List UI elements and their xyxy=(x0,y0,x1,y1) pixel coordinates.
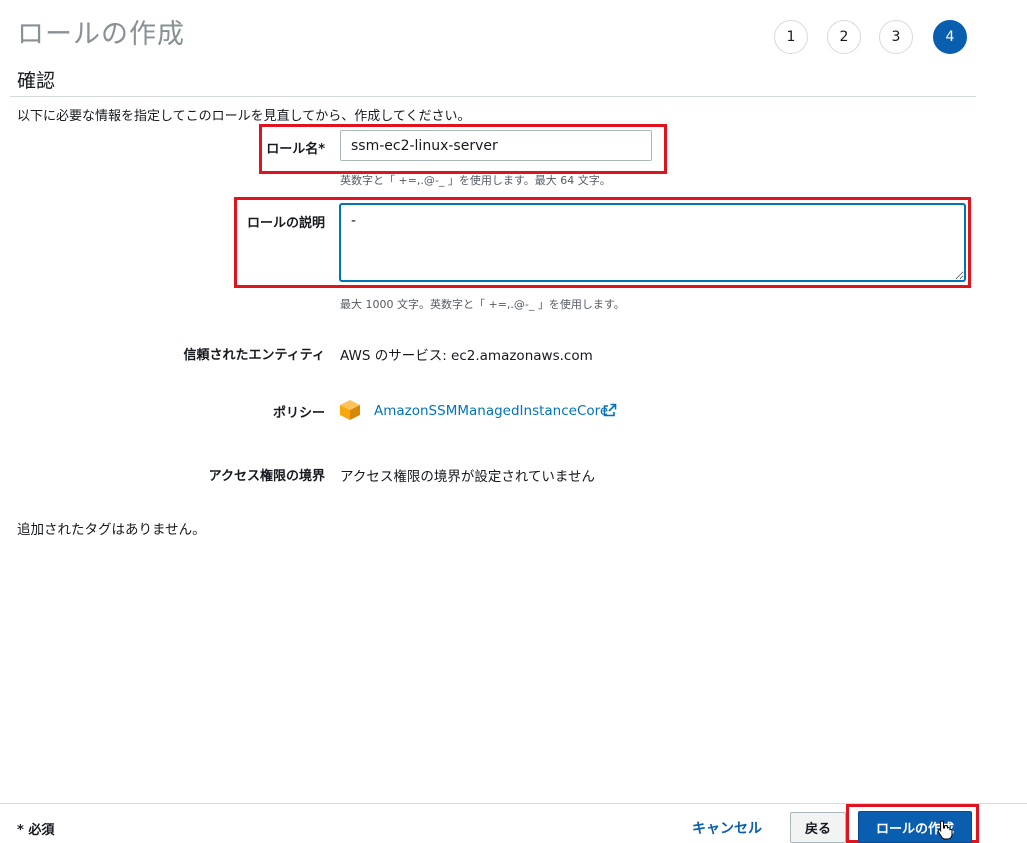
permissions-boundary-value: アクセス権限の境界が設定されていません xyxy=(340,469,596,485)
permissions-boundary-label: アクセス権限の境界 xyxy=(208,469,325,484)
step-3[interactable]: 3 xyxy=(879,20,913,54)
role-description-hint: 最大 1000 文字。英数字と「 +=,.@-_ 」を使用します。 xyxy=(340,298,625,311)
role-name-label: ロール名* xyxy=(266,142,325,157)
role-name-input[interactable] xyxy=(340,130,652,161)
step-4-active: 4 xyxy=(933,20,967,54)
external-link-icon[interactable] xyxy=(602,403,617,418)
back-button[interactable]: 戻る xyxy=(790,812,846,843)
trusted-entity-value: AWS のサービス: ec2.amazonaws.com xyxy=(340,348,593,364)
role-description-label: ロールの説明 xyxy=(246,216,325,231)
footer-divider xyxy=(0,803,1027,804)
review-intro-text: 以下に必要な情報を指定してこのロールを見直してから、作成してください。 xyxy=(17,109,471,124)
aws-managed-policy-cube-icon xyxy=(340,400,360,420)
policy-label: ポリシー xyxy=(272,406,325,421)
wizard-steps: 1 2 3 4 xyxy=(774,20,974,56)
role-name-hint: 英数字と「 +=,.@-_ 」を使用します。最大 64 文字。 xyxy=(340,174,611,187)
cancel-button[interactable]: キャンセル xyxy=(682,814,772,842)
page-title: ロールの作成 xyxy=(17,19,185,50)
no-tags-message: 追加されたタグはありません。 xyxy=(17,522,206,538)
create-role-button[interactable]: ロールの作成 xyxy=(858,811,972,843)
role-description-textarea[interactable]: - xyxy=(340,204,965,281)
review-section-title: 確認 xyxy=(17,70,56,92)
step-2[interactable]: 2 xyxy=(827,20,861,54)
section-divider xyxy=(10,96,976,97)
step-1[interactable]: 1 xyxy=(774,20,808,54)
trusted-entity-label: 信頼されたエンティティ xyxy=(183,348,325,363)
required-note: * 必須 xyxy=(17,823,55,838)
policy-link[interactable]: AmazonSSMManagedInstanceCore xyxy=(374,403,608,419)
